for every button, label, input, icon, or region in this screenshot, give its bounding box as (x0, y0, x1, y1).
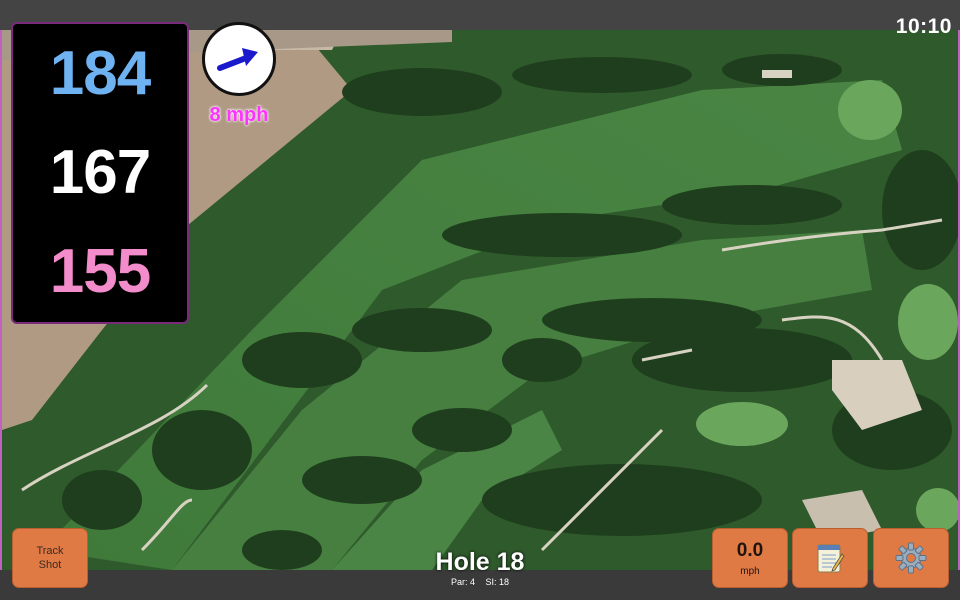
track-shot-label-line1: Track (36, 545, 64, 557)
front-distance: 155 (49, 237, 151, 307)
wind-speed: 8 mph (209, 104, 269, 126)
speed-unit: mph (740, 565, 760, 577)
back-distance: 184 (49, 38, 151, 108)
wind-direction-indicator (202, 22, 276, 96)
speed-button[interactable]: 0.0 mph (712, 528, 788, 588)
middle-distance: 167 (49, 137, 151, 207)
hole-info: Par: 4 SI: 18 (380, 577, 580, 587)
track-shot-label-line2: Shot (38, 559, 62, 571)
hole-stroke-index: SI: 18 (485, 577, 510, 587)
clock-time: 10:10 (895, 15, 952, 38)
track-shot-button[interactable]: Track Shot (12, 528, 88, 588)
gear-icon (895, 542, 927, 574)
speed-value: 0.0 (736, 539, 764, 561)
hole-title: Hole 18 (435, 548, 525, 576)
notes-button[interactable] (792, 528, 868, 588)
settings-button[interactable] (873, 528, 949, 588)
hole-par: Par: 4 (450, 577, 475, 587)
wind-direction-arrow-icon (217, 48, 258, 71)
distance-panel: 184 167 155 (11, 22, 189, 324)
notepad-icon (817, 544, 845, 573)
